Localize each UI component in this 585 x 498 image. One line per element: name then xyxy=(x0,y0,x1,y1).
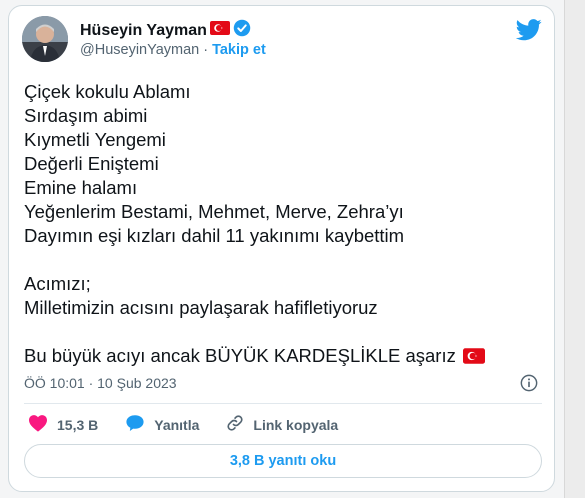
window-scroll-area xyxy=(564,0,585,498)
link-icon xyxy=(226,414,244,435)
tweet-line: Milletimizin acısını paylaşarak hafiflet… xyxy=(24,297,378,318)
tweet-timestamp[interactable]: ÖÖ 10:01 · 10 Şub 2023 xyxy=(24,375,177,391)
tweet-text: Çiçek kokulu Ablamı Sırdaşım abimi Kıyme… xyxy=(24,80,544,368)
follow-button[interactable]: Takip et xyxy=(212,42,266,58)
avatar[interactable] xyxy=(22,16,68,62)
reply-label: Yanıtla xyxy=(154,416,200,433)
tweet-actions: 15,3 B Yanıtla Link kopyala xyxy=(28,414,365,435)
author-handle-row: @HuseyinYayman · Takip et xyxy=(80,42,266,58)
copy-link-label: Link kopyala xyxy=(253,416,339,433)
info-icon[interactable] xyxy=(520,374,538,397)
turkish-flag-emoji-icon xyxy=(463,346,485,370)
author-name[interactable]: Hüseyin Yayman xyxy=(80,21,207,41)
tweet-line: Kıymetli Yengemi xyxy=(24,129,166,150)
heart-icon xyxy=(28,414,48,435)
author-name-row: Hüseyin Yayman xyxy=(80,19,251,42)
tweet-line: Dayımın eşi kızları dahil 11 yakınımı ka… xyxy=(24,225,405,246)
tweet-line: Yeğenlerim Bestami, Mehmet, Merve, Zehra… xyxy=(24,201,404,222)
twitter-bird-icon[interactable] xyxy=(515,19,542,46)
tweet-line-last: Bu büyük acıyı ancak BÜYÜK KARDEŞLİKLE a… xyxy=(24,344,544,368)
tweet-line: Sırdaşım abimi xyxy=(24,105,148,126)
reply-bubble-icon xyxy=(125,414,145,435)
separator-dot: · xyxy=(203,42,209,58)
tweet-line: Emine halamı xyxy=(24,177,138,198)
verified-badge-icon xyxy=(233,19,251,42)
tweet-line: Değerli Eniştemi xyxy=(24,153,159,174)
tweet-line: Acımızı; xyxy=(24,273,91,294)
copy-link-button[interactable]: Link kopyala xyxy=(226,414,338,435)
divider xyxy=(24,403,542,404)
turkish-flag-icon xyxy=(209,21,230,40)
like-button[interactable]: 15,3 B xyxy=(28,414,98,435)
like-count: 15,3 B xyxy=(57,416,99,433)
tweet-line: Çiçek kokulu Ablamı xyxy=(24,81,191,102)
reply-button[interactable]: Yanıtla xyxy=(125,414,199,435)
read-replies-label: 3,8 B yanıtı oku xyxy=(229,453,337,469)
read-replies-button[interactable]: 3,8 B yanıtı oku xyxy=(24,444,542,478)
tweet-line-text: Bu büyük acıyı ancak BÜYÜK KARDEŞLİKLE a… xyxy=(24,345,456,366)
author-handle[interactable]: @HuseyinYayman xyxy=(80,42,199,58)
